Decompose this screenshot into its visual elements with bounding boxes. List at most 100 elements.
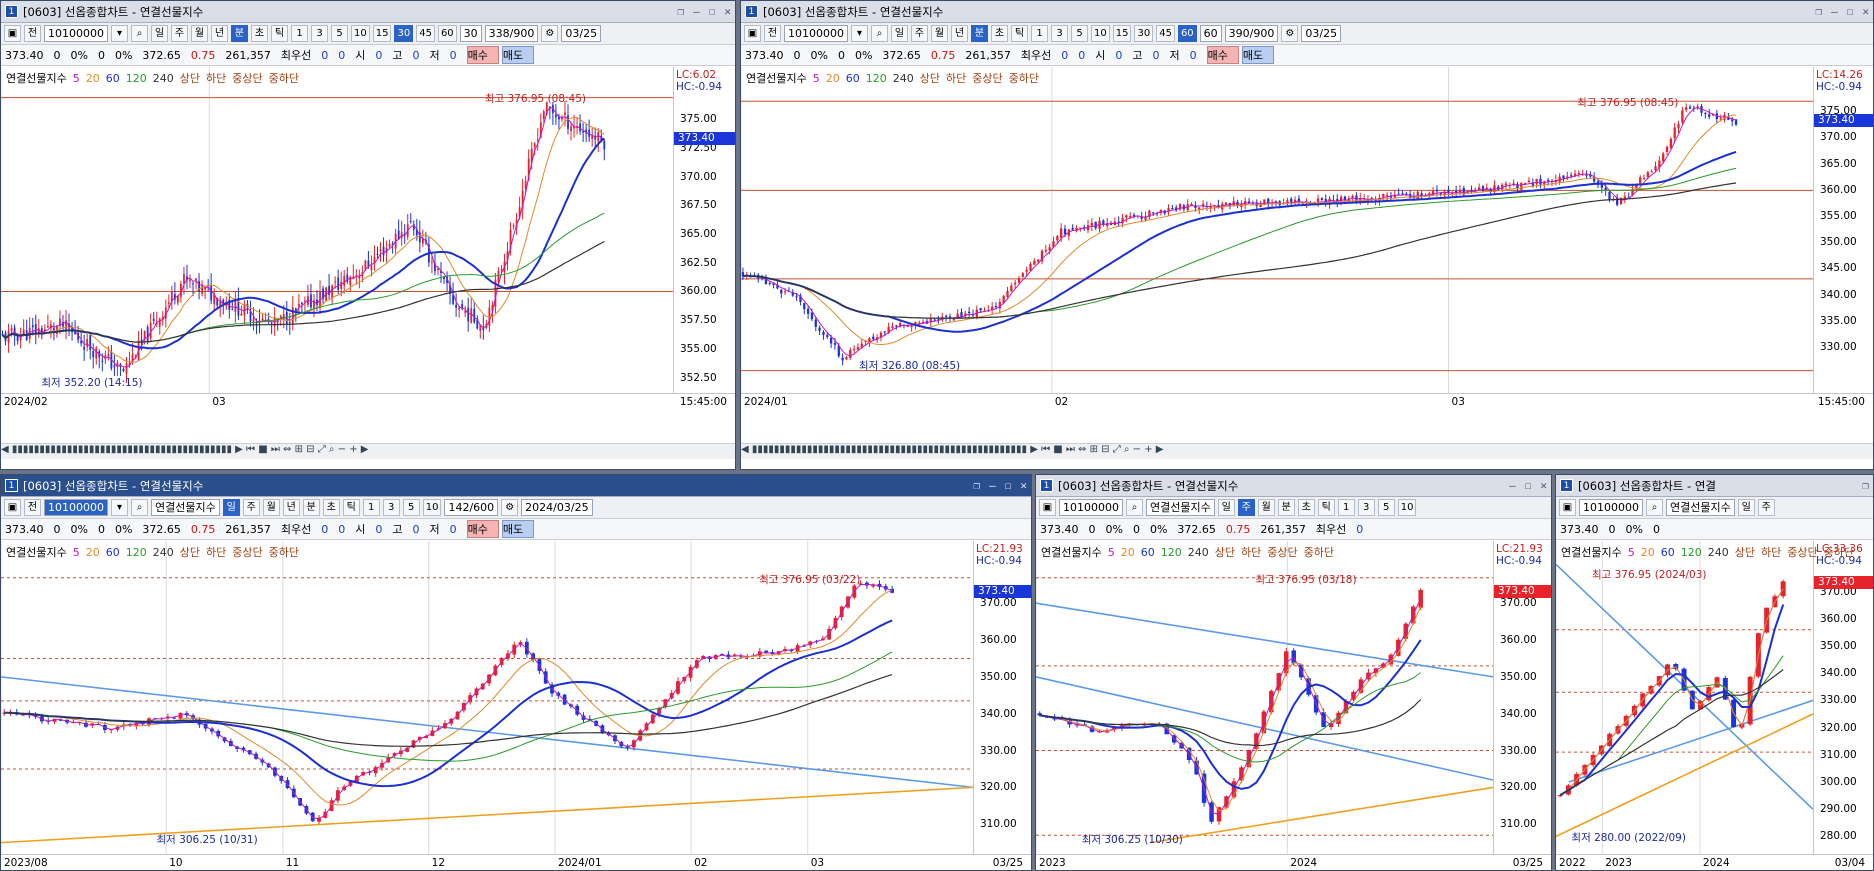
price-chart-svg[interactable] (741, 67, 1813, 393)
window-titlebar[interactable]: 1 [0603] 선옵종합차트 - 연결선물지수 ❐ — ☐ ✕ (741, 1, 1873, 23)
close-icon[interactable]: ✕ (724, 5, 731, 18)
window-titlebar[interactable]: 1 [0603] 선옵종합차트 - 연결선물지수 ❐ — ☐ ✕ (1, 1, 735, 23)
close-icon[interactable]: ✕ (1862, 5, 1869, 18)
interval-3[interactable]: 3 (1357, 499, 1375, 516)
interval-60[interactable]: 60 (1177, 25, 1197, 42)
legend-band-2[interactable]: 중상단 (232, 546, 262, 559)
legend-band-0[interactable]: 상단 (1215, 546, 1235, 559)
maximize-icon[interactable]: ☐ (1525, 479, 1532, 492)
legend-name[interactable]: 연결선물지수 (1041, 546, 1102, 559)
date-input[interactable]: 2024/03/25 (521, 499, 593, 516)
legend-band-3[interactable]: 중하단 (1824, 546, 1854, 559)
interval-10[interactable]: 10 (422, 499, 442, 516)
settings-icon[interactable]: ⚙ (1281, 25, 1299, 42)
legend-ma-240[interactable]: 240 (1188, 546, 1209, 559)
chart-area[interactable]: 연결선물지수 5 20 60 120 240 상단 하단 중상단 중하단 최고 376.95 (03… (1036, 541, 1551, 870)
chart-area[interactable]: 연결선물지수 5 20 60 120 240 상단 하단 중상단 중하단 최고 376.95 (20… (1556, 541, 1873, 870)
interval-5[interactable]: 5 (1071, 25, 1088, 42)
interval-5[interactable]: 5 (402, 499, 420, 516)
legend-ma-5[interactable]: 5 (813, 72, 820, 85)
legend-ma-20[interactable]: 20 (86, 72, 100, 85)
interval-10[interactable]: 10 (351, 25, 370, 42)
minimize-icon[interactable]: — (1509, 479, 1516, 492)
legend-ma-60[interactable]: 60 (106, 546, 120, 559)
interval-1[interactable]: 1 (1337, 499, 1355, 516)
period-day[interactable]: 일 (1737, 499, 1755, 516)
sell-button[interactable]: 매도 (501, 520, 535, 538)
legend-band-1[interactable]: 하단 (946, 72, 966, 85)
period-day[interactable]: 일 (1217, 499, 1235, 516)
restore-icon[interactable]: ❐ (974, 479, 981, 492)
minimize-icon[interactable]: — (693, 5, 700, 18)
sell-button[interactable]: 매도 (1241, 46, 1275, 64)
period-minute[interactable]: 분 (231, 25, 248, 42)
interval-45[interactable]: 45 (1156, 25, 1175, 42)
layout-icon[interactable]: ▣ (4, 25, 21, 42)
bar-count-field[interactable]: 142/600 (444, 499, 499, 516)
search-icon[interactable]: ⌕ (131, 499, 148, 516)
legend-ma-60[interactable]: 60 (1141, 546, 1155, 559)
interval-5[interactable]: 5 (1377, 499, 1395, 516)
legend-ma-120[interactable]: 120 (1681, 546, 1702, 559)
legend-ma-120[interactable]: 120 (126, 546, 147, 559)
chart-area[interactable]: 연결선물지수 5 20 60 120 240 상단 하단 중상단 중하단 최고 376.95 (03… (1, 541, 1031, 870)
period-second[interactable]: 초 (1297, 499, 1315, 516)
legend-band-2[interactable]: 중상단 (1787, 546, 1817, 559)
period-month[interactable]: 월 (1257, 499, 1275, 516)
legend-band-1[interactable]: 하단 (206, 546, 226, 559)
legend-ma-5[interactable]: 5 (73, 72, 80, 85)
legend-ma-5[interactable]: 5 (73, 546, 80, 559)
interval-1[interactable]: 1 (1031, 25, 1048, 42)
interval-10[interactable]: 10 (1397, 499, 1417, 516)
layout-icon[interactable]: ▣ (4, 499, 21, 516)
date-input[interactable]: 03/25 (1301, 25, 1342, 42)
period-month[interactable]: 월 (262, 499, 280, 516)
interval-10[interactable]: 10 (1091, 25, 1110, 42)
interval-1[interactable]: 1 (362, 499, 380, 516)
maximize-icon[interactable]: ☐ (709, 5, 716, 18)
interval-combo[interactable]: 60 (1199, 25, 1222, 42)
search-icon[interactable]: ⌕ (131, 25, 148, 42)
code-input[interactable]: 10100000 (1579, 499, 1643, 516)
legend-ma-5[interactable]: 5 (1108, 546, 1115, 559)
period-year[interactable]: 년 (951, 25, 968, 42)
interval-3[interactable]: 3 (311, 25, 328, 42)
prev-button[interactable]: 전 (24, 499, 41, 516)
close-icon[interactable]: ✕ (1020, 479, 1027, 492)
interval-30[interactable]: 30 (394, 25, 414, 42)
legend-band-3[interactable]: 중하단 (269, 72, 299, 85)
legend-ma-240[interactable]: 240 (1708, 546, 1729, 559)
period-day[interactable]: 일 (891, 25, 908, 42)
name-field[interactable]: 연결선물지수 (151, 499, 220, 516)
interval-3[interactable]: 3 (382, 499, 400, 516)
settings-icon[interactable]: ⚙ (541, 25, 559, 42)
legend-ma-5[interactable]: 5 (1628, 546, 1635, 559)
search-icon[interactable]: ⌕ (1126, 499, 1143, 516)
layout-icon[interactable]: ▣ (1039, 499, 1056, 516)
legend-ma-120[interactable]: 120 (126, 72, 147, 85)
code-input[interactable]: 10100000 (1059, 499, 1123, 516)
interval-5[interactable]: 5 (331, 25, 348, 42)
legend-band-2[interactable]: 중상단 (232, 72, 262, 85)
period-day[interactable]: 일 (222, 499, 240, 516)
period-year[interactable]: 년 (282, 499, 300, 516)
window-controls[interactable]: ❐ — ☐ ✕ (1816, 5, 1870, 18)
window-titlebar[interactable]: 1 [0603] 선옵종합차트 - 연결 ❐ (1556, 475, 1873, 497)
period-day[interactable]: 일 (151, 25, 168, 42)
window-titlebar[interactable]: 1 [0603] 선옵종합차트 - 연결선물지수 — ☐ ✕ (1036, 475, 1551, 497)
window-controls[interactable]: — ☐ ✕ (1509, 479, 1547, 492)
period-minute[interactable]: 분 (971, 25, 988, 42)
chart-area[interactable]: 연결선물지수 5 20 60 120 240 상단 하단 중상단 중하단 최고 376.95 (08… (1, 67, 735, 435)
legend-band-1[interactable]: 하단 (1761, 546, 1781, 559)
price-chart-svg[interactable] (1556, 541, 1813, 854)
code-input[interactable]: 10100000 (784, 25, 848, 42)
legend-ma-120[interactable]: 120 (1161, 546, 1182, 559)
legend-band-2[interactable]: 중상단 (1267, 546, 1297, 559)
window-controls[interactable]: ❐ (1862, 479, 1869, 492)
window-controls[interactable]: ❐ — ☐ ✕ (974, 479, 1028, 492)
period-tick[interactable]: 틱 (342, 499, 360, 516)
layout-icon[interactable]: ▣ (744, 25, 761, 42)
legend-name[interactable]: 연결선물지수 (746, 72, 807, 85)
period-week[interactable]: 주 (242, 499, 260, 516)
period-tick[interactable]: 틱 (1317, 499, 1335, 516)
